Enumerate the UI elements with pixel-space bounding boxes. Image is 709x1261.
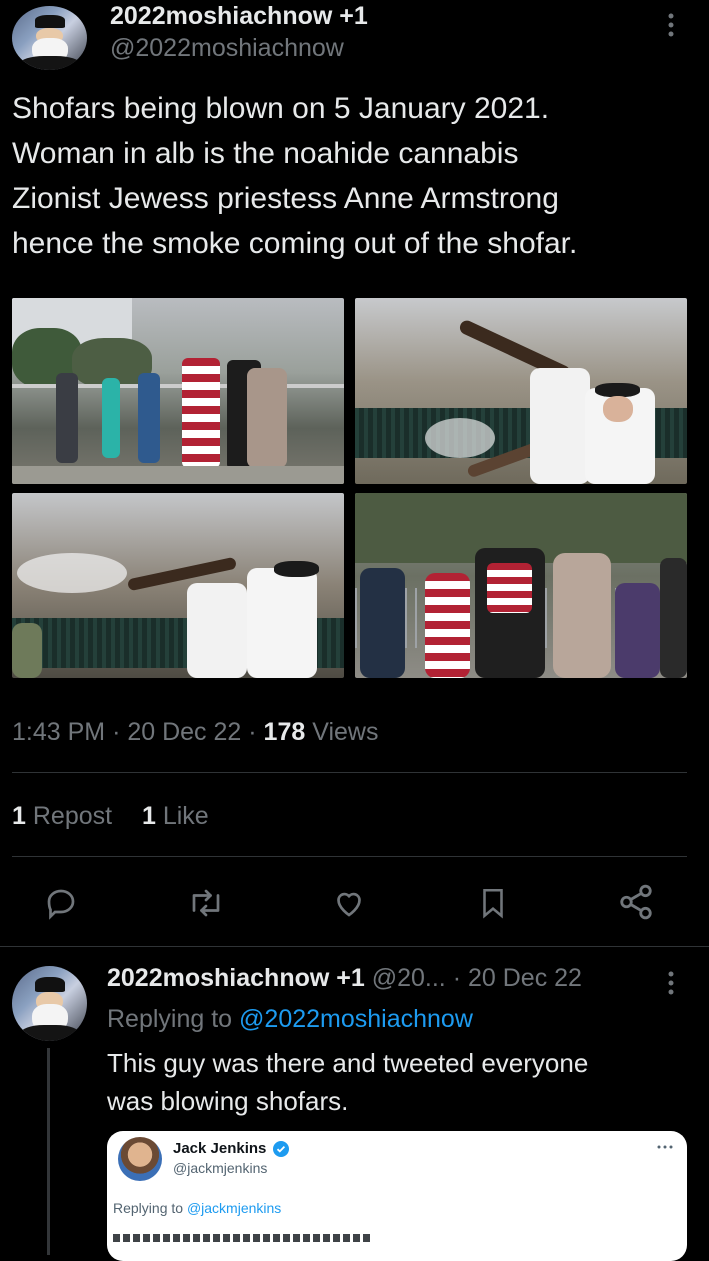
quoted-text-cutoff <box>113 1234 373 1242</box>
shofar-closeup-smoke-photo[interactable] <box>355 298 687 484</box>
reposts-label: Repost <box>32 802 113 830</box>
tweet-text-line: Shofars being blown on 5 January 2021. <box>12 92 550 125</box>
tweet-text-line: Zionist Jewess priestess Anne Armstrong <box>12 182 559 215</box>
more-options-icon[interactable] <box>664 12 678 40</box>
meta-separator: · <box>248 718 257 746</box>
reply-author-name[interactable]: 2022moshiachnow +1 <box>107 964 365 992</box>
author-avatar[interactable] <box>12 6 87 70</box>
verified-badge-icon <box>273 1141 289 1157</box>
views-label: Views <box>312 718 379 746</box>
thread-line <box>47 1048 50 1255</box>
quoted-more-options-icon[interactable] <box>655 1139 675 1149</box>
reply-icon[interactable] <box>43 885 79 921</box>
share-icon[interactable] <box>617 883 655 921</box>
replying-to-link[interactable]: @2022moshiachnow <box>239 1005 473 1033</box>
tweet-time[interactable]: 1:43 PM <box>12 718 105 746</box>
reply-header: 2022moshiachnow +1 @20... · 20 Dec 22 <box>107 964 582 993</box>
shofar-group-street-photo[interactable] <box>355 493 687 678</box>
reposts-stat[interactable]: 1 Repost <box>12 802 112 830</box>
divider <box>12 856 687 857</box>
quoted-tweet-card[interactable]: Jack Jenkins @jackmjenkins Replying to @… <box>107 1131 687 1261</box>
quoted-replying-to-link[interactable]: @jackmjenkins <box>187 1200 281 1216</box>
quoted-author-name[interactable]: Jack Jenkins <box>173 1140 266 1157</box>
bookmark-icon[interactable] <box>476 885 510 921</box>
author-handle[interactable]: @2022moshiachnow <box>110 34 344 63</box>
tweet-text: Shofars being blown on 5 January 2021. W… <box>12 86 702 266</box>
quoted-author-avatar[interactable] <box>118 1137 162 1181</box>
reply-text-line: was blowing shofars. <box>107 1086 349 1116</box>
reply-text: This guy was there and tweeted everyone … <box>107 1044 588 1120</box>
replying-to-label: Replying to <box>107 1005 233 1033</box>
repost-icon[interactable] <box>186 885 226 921</box>
divider <box>12 772 687 773</box>
tweet-text-line: Woman in alb is the noahide cannabis <box>12 137 519 170</box>
reply-author-avatar[interactable] <box>12 966 87 1041</box>
likes-count: 1 <box>141 802 156 830</box>
views-count: 178 <box>263 718 306 746</box>
author-name[interactable]: 2022moshiachnow +1 <box>110 2 368 31</box>
reply-date[interactable]: 20 Dec 22 <box>468 964 582 992</box>
likes-stat[interactable]: 1 Like <box>142 802 209 830</box>
quoted-author-handle[interactable]: @jackmjenkins <box>173 1160 267 1176</box>
likes-label: Like <box>162 802 209 830</box>
tweet-stats: 1 Repost 1 Like <box>12 802 209 831</box>
divider <box>0 946 709 947</box>
reply-author-handle[interactable]: @20... <box>372 964 446 992</box>
replying-to: Replying to @2022moshiachnow <box>107 1005 473 1034</box>
reply-text-line: This guy was there and tweeted everyone <box>107 1048 589 1078</box>
meta-separator: · <box>452 964 462 992</box>
tweet-date[interactable]: 20 Dec 22 <box>127 718 241 746</box>
tweet-text-line: hence the smoke coming out of the shofar… <box>12 227 578 260</box>
quoted-replying-to: Replying to @jackmjenkins <box>113 1200 281 1216</box>
shofar-crowd-flags-photo[interactable] <box>12 298 344 484</box>
shofar-line-fence-photo[interactable] <box>12 493 344 678</box>
tweet-meta: 1:43 PM · 20 Dec 22 · 178 Views <box>12 718 378 747</box>
like-icon[interactable] <box>330 885 368 921</box>
reply-more-options-icon[interactable] <box>664 970 678 998</box>
meta-separator: · <box>112 718 121 746</box>
reposts-count: 1 <box>12 802 26 830</box>
quoted-replying-to-label: Replying to <box>113 1200 184 1216</box>
